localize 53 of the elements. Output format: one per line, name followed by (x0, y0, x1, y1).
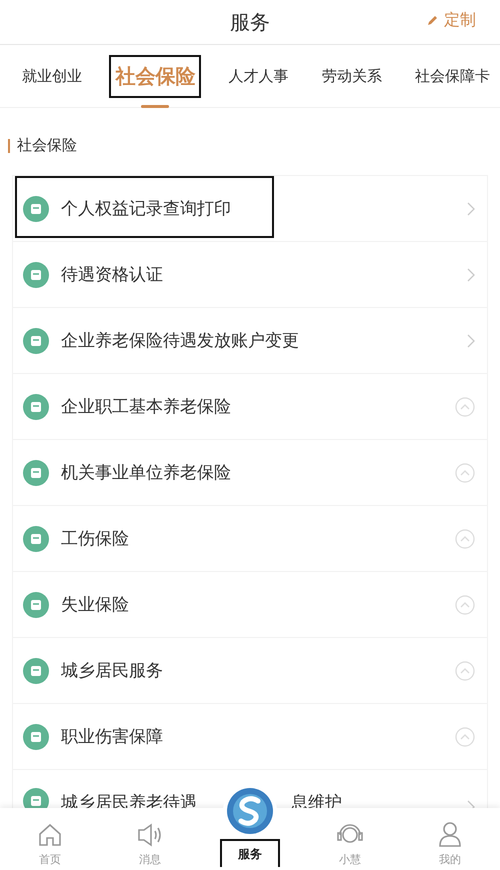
tab-underline (141, 104, 170, 108)
service-item[interactable]: 企业职工基本养老保险 (12, 374, 488, 440)
person-icon (437, 820, 463, 848)
document-icon (23, 262, 49, 288)
service-item[interactable]: 企业养老保险待遇发放账户变更 (12, 308, 488, 374)
document-icon (23, 196, 49, 222)
nav-label: 消息 (139, 852, 161, 867)
pencil-icon (426, 14, 438, 26)
document-icon (23, 460, 49, 486)
item-label: 个人权益记录查询打印 (61, 198, 231, 220)
item-label: 企业职工基本养老保险 (61, 396, 231, 418)
category-tab[interactable]: 社会保障卡 (409, 58, 496, 94)
item-label: 职业伤害保障 (61, 726, 163, 748)
collapse-icon[interactable] (455, 660, 475, 680)
section-title: 社会保险 (17, 136, 77, 155)
service-item[interactable]: 城乡居民服务 (12, 638, 488, 704)
chevron-right-icon (467, 268, 475, 282)
document-icon (23, 658, 49, 684)
home-icon (37, 822, 63, 848)
nav-label: 首页 (39, 852, 61, 867)
category-tab[interactable]: 人才人事 (222, 58, 294, 94)
nav-label: 服务 (220, 839, 280, 867)
collapse-icon[interactable] (455, 396, 475, 416)
service-item[interactable]: 个人权益记录查询打印 (12, 175, 488, 242)
item-label: 工伤保险 (61, 528, 129, 550)
chevron-right-icon (467, 202, 475, 216)
document-icon (23, 724, 49, 750)
category-tab[interactable]: 劳动关系 (316, 58, 388, 94)
collapse-icon[interactable] (455, 726, 475, 746)
service-item[interactable]: 职业伤害保障 (12, 704, 488, 770)
page-title: 服务 (230, 8, 270, 36)
service-item[interactable]: 机关事业单位养老保险 (12, 440, 488, 506)
service-item[interactable]: 失业保险 (12, 572, 488, 638)
section-marker (8, 138, 10, 152)
document-icon (23, 526, 49, 552)
item-label: 失业保险 (61, 594, 129, 616)
document-icon (23, 394, 49, 420)
speaker-icon (136, 822, 164, 848)
collapse-icon[interactable] (455, 462, 475, 482)
document-icon (23, 328, 49, 354)
category-tab[interactable]: 就业创业 (16, 58, 88, 94)
nav-label: 小慧 (339, 852, 361, 867)
service-item[interactable]: 工伤保险 (12, 506, 488, 572)
service-item[interactable]: 待遇资格认证 (12, 242, 488, 308)
collapse-icon[interactable] (455, 528, 475, 548)
nav-label: 我的 (439, 852, 461, 867)
item-label: 企业养老保险待遇发放账户变更 (61, 330, 299, 352)
collapse-icon[interactable] (455, 594, 475, 614)
item-label: 待遇资格认证 (61, 264, 163, 286)
chevron-right-icon (467, 334, 475, 348)
item-label: 城乡居民服务 (61, 660, 163, 682)
item-label: 机关事业单位养老保险 (61, 462, 231, 484)
document-icon (23, 592, 49, 618)
